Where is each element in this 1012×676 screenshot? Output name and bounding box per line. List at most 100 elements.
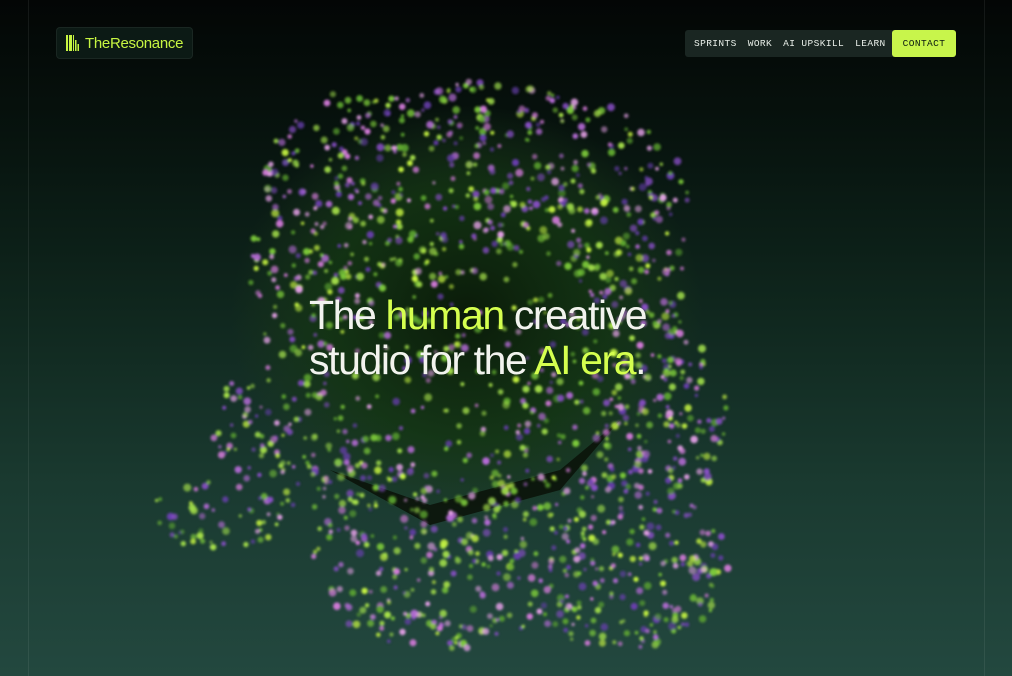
particle-dot xyxy=(466,625,474,632)
nav-link-ai-upskill[interactable]: AI UPSKILL xyxy=(783,38,844,49)
particle-dot xyxy=(435,193,443,201)
particle-dot xyxy=(413,253,420,260)
particle-dot xyxy=(399,628,406,636)
particle-dot xyxy=(543,479,547,483)
particle-dot xyxy=(694,393,699,398)
particle-dot xyxy=(418,246,427,254)
particle-dot xyxy=(297,121,305,129)
particle-dot xyxy=(370,614,376,620)
particle-dot xyxy=(662,589,668,596)
nav-link-sprints[interactable]: SPRINTS xyxy=(694,38,737,49)
particle-dot xyxy=(482,227,488,234)
particle-dot xyxy=(456,439,462,445)
particle-dot xyxy=(269,248,276,255)
particle-dot xyxy=(576,237,582,243)
particle-dot xyxy=(592,388,600,396)
particle-dot xyxy=(659,162,663,166)
particle-dot xyxy=(652,217,657,221)
particle-dot xyxy=(235,483,243,491)
particle-dot xyxy=(291,465,296,469)
particle-dot xyxy=(449,645,455,651)
nav-link-work[interactable]: WORK xyxy=(748,38,772,49)
particle-dot xyxy=(344,525,350,531)
particle-dot xyxy=(618,171,622,176)
particle-dot xyxy=(253,253,261,262)
page: TheResonance SPRINTS WORK AI UPSKILL LEA… xyxy=(0,0,1012,676)
particle-dot xyxy=(306,464,312,469)
particle-dot xyxy=(424,393,433,402)
particle-dot xyxy=(582,407,591,415)
particle-dot xyxy=(577,243,583,249)
particle-dot xyxy=(475,551,480,556)
particle-dot xyxy=(638,556,643,561)
particle-dot xyxy=(260,493,268,500)
particle-dot xyxy=(619,620,623,624)
particle-dot xyxy=(626,432,634,440)
particle-dot xyxy=(273,304,278,309)
particle-dot xyxy=(289,281,298,289)
particle-dot xyxy=(361,533,368,540)
particle-dot xyxy=(342,428,348,435)
particle-dot xyxy=(407,236,414,243)
particle-dot xyxy=(522,452,529,458)
particle-dot xyxy=(359,492,365,498)
particle-dot xyxy=(376,543,385,551)
particle-dot xyxy=(457,516,464,523)
particle-dot xyxy=(522,517,527,522)
particle-dot xyxy=(584,624,589,628)
nav-link-learn[interactable]: LEARN xyxy=(855,38,886,49)
particle-dot xyxy=(305,392,311,398)
particle-dot xyxy=(709,568,718,577)
particle-dot xyxy=(376,154,384,162)
particle-dot xyxy=(406,468,414,476)
particle-dot xyxy=(370,182,379,191)
particle-dot xyxy=(673,482,681,490)
brand-logo[interactable]: TheResonance xyxy=(56,27,194,59)
headline-text: The xyxy=(309,292,386,338)
particle-dot xyxy=(577,605,582,610)
particle-dot xyxy=(586,162,591,167)
particle-dot xyxy=(325,200,333,208)
particle-dot xyxy=(459,240,463,244)
particle-dot xyxy=(313,244,320,251)
particle-dot xyxy=(248,419,253,425)
particle-dot xyxy=(614,166,620,172)
particle-dot xyxy=(607,478,612,482)
particle-dot xyxy=(573,269,582,278)
particle-dot xyxy=(311,553,317,560)
contact-button[interactable]: CONTACT xyxy=(892,30,956,57)
particle-dot xyxy=(577,183,583,189)
particle-dot xyxy=(317,526,323,531)
particle-dot xyxy=(436,125,441,130)
particle-dot xyxy=(416,281,423,288)
particle-dot xyxy=(367,503,371,508)
particle-dot xyxy=(586,247,592,253)
particle-dot xyxy=(622,414,630,422)
particle-dot xyxy=(435,631,440,636)
particle-dot xyxy=(226,447,231,452)
particle-dot xyxy=(222,527,230,535)
particle-dot xyxy=(442,138,446,143)
particle-dot xyxy=(629,555,636,563)
particle-dot xyxy=(360,475,366,481)
particle-dot xyxy=(450,570,457,577)
particle-dot xyxy=(178,531,182,535)
particle-dot xyxy=(568,207,576,215)
particle-dot xyxy=(465,193,470,198)
particle-dot xyxy=(639,600,646,606)
particle-dot xyxy=(287,189,292,194)
particle-dot xyxy=(478,116,486,123)
particle-dot xyxy=(515,430,520,435)
particle-dot xyxy=(263,332,267,336)
particle-dot xyxy=(432,181,436,185)
particle-dot xyxy=(598,566,605,572)
particle-dot xyxy=(484,519,491,526)
particle-dot xyxy=(242,411,249,418)
particle-dot xyxy=(619,594,626,601)
particle-dot xyxy=(436,134,442,140)
particle-dot xyxy=(404,526,408,530)
particle-dot xyxy=(402,591,406,595)
particle-dot xyxy=(479,430,486,437)
particle-dot xyxy=(291,230,296,235)
particle-dot xyxy=(314,222,319,226)
